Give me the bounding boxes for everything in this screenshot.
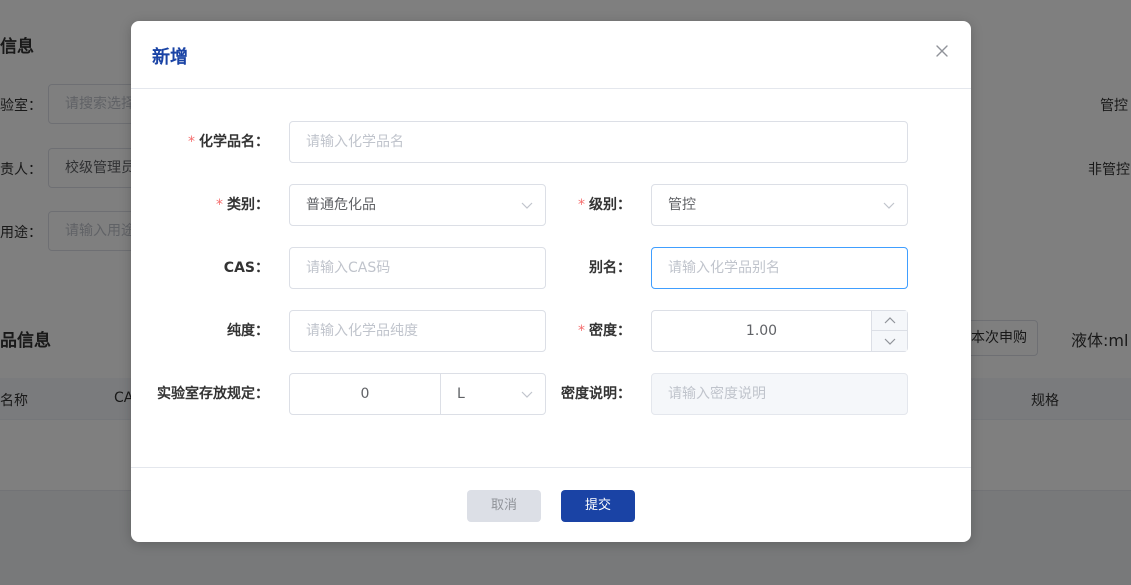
cancel-button[interactable]: 取消: [467, 490, 541, 522]
alias-input[interactable]: [651, 247, 908, 289]
storage-label: 实验室存放规定：: [157, 386, 269, 402]
close-icon[interactable]: [931, 40, 953, 62]
level-value: 管控: [668, 197, 696, 213]
dialog-title: 新增: [152, 47, 188, 68]
level-select[interactable]: 管控: [651, 184, 908, 226]
density-note-input: [651, 373, 908, 415]
chevron-up-icon: [884, 317, 896, 324]
name-label-text: 化学品名：: [199, 134, 269, 150]
category-required-mark: *: [216, 197, 223, 213]
increment-button[interactable]: [872, 311, 908, 331]
category-label-text: 类别：: [227, 197, 269, 213]
cas-label: CAS：: [223, 260, 269, 276]
density-stepper: [651, 310, 908, 352]
category-label: * 类别：: [69, 184, 269, 226]
level-required-mark: *: [578, 197, 585, 213]
dialog-footer: 取消 提交: [131, 467, 971, 542]
storage-amount-input[interactable]: [290, 374, 440, 414]
density-input[interactable]: [652, 311, 871, 351]
density-label: * 密度：: [431, 310, 631, 352]
density-label-text: 密度：: [589, 323, 631, 339]
decrement-button[interactable]: [872, 331, 908, 351]
level-label-text: 级别：: [589, 197, 631, 213]
dialog-header: 新增: [131, 21, 971, 89]
purity-label: 纯度：: [227, 323, 269, 339]
chemical-name-input[interactable]: [289, 121, 908, 163]
density-note-label: 密度说明：: [561, 386, 631, 402]
add-chemical-dialog: 新增 *化学品名： *类别： 普通危化品 *级别： 管控 CAS： 别名： 纯度…: [131, 21, 971, 542]
name-required-mark: *: [188, 134, 195, 150]
category-value: 普通危化品: [306, 197, 376, 213]
density-required-mark: *: [578, 323, 585, 339]
submit-button[interactable]: 提交: [561, 490, 635, 522]
chevron-down-icon: [884, 338, 896, 345]
stepper-buttons: [871, 311, 908, 351]
level-label: * 级别：: [431, 184, 631, 226]
name-label: * 化学品名：: [69, 121, 269, 163]
chevron-down-icon: [883, 202, 895, 209]
alias-label: 别名：: [589, 260, 631, 276]
